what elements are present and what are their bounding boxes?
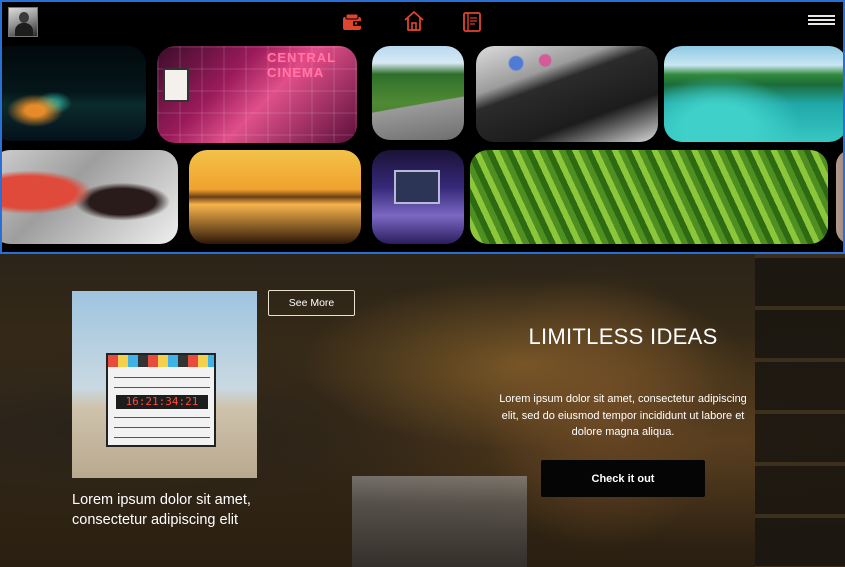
clapper-line bbox=[114, 417, 210, 418]
laptop-screen bbox=[394, 170, 440, 204]
menu-icon-bar bbox=[808, 23, 835, 25]
cinema-sign-line: CINEMA bbox=[267, 65, 325, 80]
gallery-tile-cinema[interactable]: CENTRAL CINEMA bbox=[157, 46, 357, 143]
clapper-line bbox=[114, 377, 210, 378]
clapper-stripe bbox=[108, 355, 214, 367]
avatar-torso bbox=[15, 23, 33, 36]
gallery-panel: CENTRAL CINEMA bbox=[0, 0, 845, 254]
clapper-line bbox=[114, 387, 210, 388]
gallery-tile-sunset[interactable] bbox=[189, 150, 361, 244]
menu-icon[interactable] bbox=[808, 15, 835, 27]
hero-body-text: Lorem ipsum dolor sit amet, consectetur … bbox=[499, 393, 747, 438]
cinema-poster-panel bbox=[163, 68, 189, 102]
gallery-tile-laptop[interactable] bbox=[372, 150, 464, 244]
cinema-sign: CENTRAL CINEMA bbox=[267, 50, 336, 80]
top-navbar bbox=[2, 2, 843, 42]
feature-caption: Lorem ipsum dolor sit amet, consectetur … bbox=[72, 492, 251, 528]
gallery-tile-road[interactable] bbox=[372, 46, 464, 140]
gallery-tile-film-crew[interactable] bbox=[2, 150, 178, 244]
feature-image-clapperboard[interactable]: 16:21:34:21 bbox=[72, 291, 257, 478]
gallery-tile-palm[interactable] bbox=[470, 150, 828, 244]
book-icon[interactable] bbox=[461, 11, 483, 33]
clapper-line bbox=[114, 437, 210, 438]
gallery-tile-partial[interactable] bbox=[836, 150, 843, 244]
gallery-tile-tropical[interactable] bbox=[664, 46, 843, 142]
hero-title: LIMITLESS IDEAS bbox=[528, 324, 718, 349]
menu-icon-bar bbox=[808, 15, 835, 17]
clapperboard: 16:21:34:21 bbox=[106, 353, 216, 447]
gallery-tile-desk[interactable] bbox=[476, 46, 658, 142]
hero-background-shelf bbox=[755, 254, 845, 567]
home-icon[interactable] bbox=[402, 9, 426, 33]
hero-section: 16:21:34:21 Lorem ipsum dolor sit amet, … bbox=[0, 254, 845, 567]
hero-background-machine bbox=[352, 476, 527, 567]
clapper-timecode: 16:21:34:21 bbox=[116, 395, 208, 409]
avatar-head bbox=[19, 12, 29, 23]
user-avatar[interactable] bbox=[8, 7, 38, 37]
wallet-icon[interactable] bbox=[341, 11, 363, 33]
cinema-sign-line: CENTRAL bbox=[267, 50, 337, 65]
check-it-out-button[interactable]: Check it out bbox=[541, 460, 705, 497]
gallery-tile-city[interactable] bbox=[2, 46, 146, 141]
see-more-button[interactable]: See More bbox=[268, 290, 355, 316]
menu-icon-bar bbox=[808, 19, 835, 21]
clapper-line bbox=[114, 427, 210, 428]
